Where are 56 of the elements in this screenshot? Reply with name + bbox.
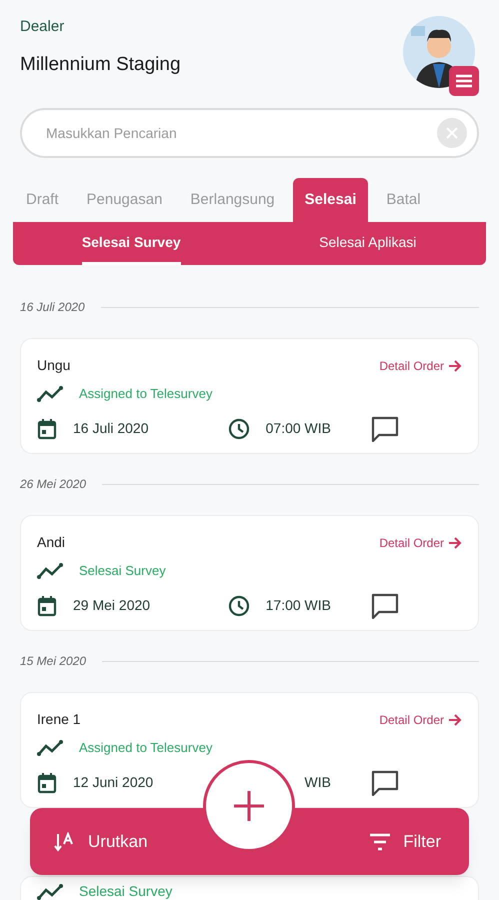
detail-order-link[interactable]: Detail Order — [379, 534, 462, 552]
status-tab[interactable]: Batal — [372, 178, 435, 222]
date-header: 15 Mei 2020 — [20, 653, 86, 670]
status-tab[interactable]: Selesai — [292, 178, 368, 222]
date-text: 16 Juli 2020 — [73, 419, 149, 438]
calendar-icon — [37, 594, 57, 616]
time-text: 17:00 WIB — [266, 596, 331, 615]
clock-icon — [228, 594, 250, 616]
clock-icon — [228, 418, 250, 440]
order-card[interactable]: Ungu Detail Order Assigned to Telesurvey 16 Juli 2020 07:00 WIB — [20, 338, 479, 454]
detail-order-link[interactable]: Detail Order — [379, 356, 462, 374]
trend-icon — [37, 740, 63, 756]
date-header: 26 Mei 2020 — [20, 476, 86, 493]
subtab[interactable]: Selesai Survey — [82, 222, 181, 265]
customer-name: Andi — [37, 533, 66, 552]
status-text: Assigned to Telesurvey — [79, 739, 212, 757]
sort-icon — [54, 832, 76, 852]
status-tab[interactable]: Penugasan — [72, 178, 176, 222]
order-card[interactable]: Selesai Survey — [20, 876, 479, 900]
status-tab[interactable]: Draft — [12, 178, 73, 222]
menu-icon — [455, 74, 473, 88]
arrow-icon — [448, 536, 462, 548]
calendar-icon — [37, 772, 57, 794]
subtab[interactable]: Selesai Aplikasi — [319, 222, 416, 265]
search-field[interactable]: Masukkan Pencarian — [20, 108, 479, 158]
menu-button[interactable] — [449, 66, 479, 96]
time-text: 07:00 WIB — [266, 419, 331, 438]
status-text: Assigned to Telesurvey — [79, 385, 212, 403]
comment-icon[interactable] — [371, 770, 399, 796]
trend-icon — [37, 386, 63, 402]
arrow-icon — [448, 360, 462, 372]
comment-icon[interactable] — [371, 592, 399, 618]
detail-order-link[interactable]: Detail Order — [379, 710, 462, 728]
dealer-label: Dealer — [20, 17, 66, 37]
trend-icon — [37, 884, 63, 900]
order-card[interactable]: Andi Detail Order Selesai Survey 29 Mei 2020 17:00 WIB — [20, 515, 479, 631]
filter-button[interactable]: Filter — [369, 828, 441, 854]
trend-icon — [37, 562, 63, 579]
date-header: 16 Juli 2020 — [20, 299, 85, 316]
date-text: 12 Juni 2020 — [73, 773, 154, 792]
close-icon — [446, 127, 458, 139]
customer-name: Ungu — [37, 356, 70, 375]
status-text: Selesai Survey — [79, 882, 172, 900]
arrow-icon — [448, 714, 462, 726]
comment-icon[interactable] — [371, 416, 399, 442]
filter-icon — [369, 832, 392, 850]
plus-icon — [232, 789, 266, 823]
calendar-icon — [37, 418, 57, 440]
sort-button[interactable]: Urutkan — [54, 828, 148, 854]
time-text: WIB — [304, 773, 331, 792]
status-tab[interactable]: Berlangsung — [176, 178, 289, 222]
order-card[interactable]: Irene 1 Detail Order Assigned to Telesurvey 12 Juni 2020 WIB — [20, 692, 479, 808]
customer-name: Irene 1 — [37, 710, 81, 729]
date-text: 29 Mei 2020 — [73, 596, 150, 615]
dealer-name: Millennium Staging — [20, 52, 181, 76]
status-text: Selesai Survey — [79, 562, 166, 580]
